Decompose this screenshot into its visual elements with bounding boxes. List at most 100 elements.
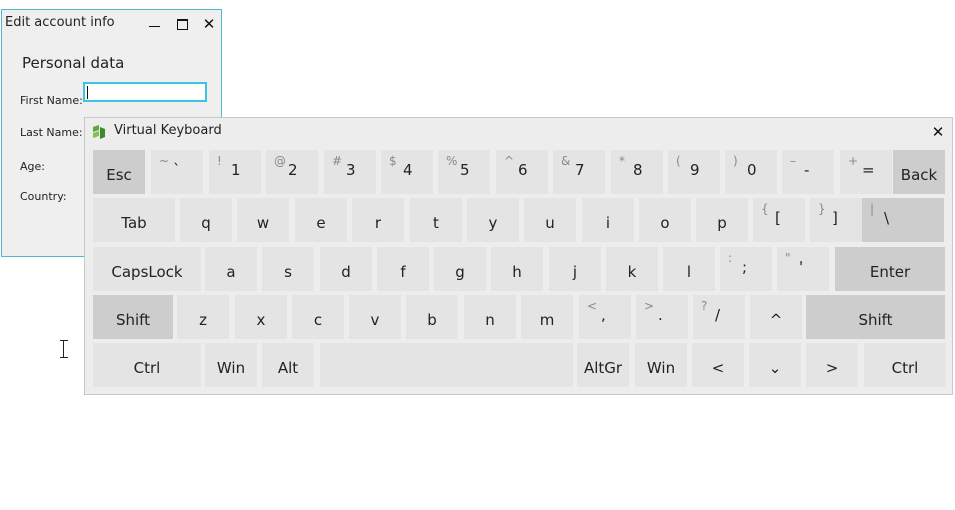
key-space[interactable]	[320, 343, 573, 387]
key-h[interactable]: h	[491, 247, 543, 291]
key-equals[interactable]: + =	[840, 150, 892, 194]
key-label: l	[686, 263, 692, 281]
key-s[interactable]: s	[262, 247, 314, 291]
key-win[interactable]: Win	[205, 343, 257, 387]
key-esc[interactable]: Esc	[93, 150, 145, 194]
key-label: <	[711, 359, 725, 377]
key-left-bracket[interactable]: {[	[753, 198, 805, 242]
first-name-input[interactable]	[83, 82, 207, 102]
key-label: j	[572, 263, 578, 281]
key-down-arrow[interactable]: ⌄	[749, 343, 801, 387]
key-back[interactable]: Back	[893, 150, 945, 194]
key-n[interactable]: n	[464, 295, 516, 339]
key-tab[interactable]: Tab	[93, 198, 175, 242]
key-e[interactable]: e	[295, 198, 347, 242]
key-shifted-label: @	[274, 154, 286, 168]
key-3[interactable]: #3	[324, 150, 376, 194]
key-backslash[interactable]: | \	[862, 198, 944, 242]
key-capslock[interactable]: CapsLock	[93, 247, 201, 291]
key-b[interactable]: b	[406, 295, 458, 339]
key-label: b	[427, 311, 437, 329]
key-shifted-label: $	[389, 154, 397, 168]
key-u[interactable]: u	[524, 198, 576, 242]
window-title: Edit account info	[5, 15, 115, 30]
key-2[interactable]: @2	[266, 150, 318, 194]
first-name-label: First Name:	[20, 94, 83, 107]
key-label: 3	[346, 161, 356, 179]
key-g[interactable]: g	[434, 247, 486, 291]
virtual-keyboard-logo-icon	[93, 125, 105, 139]
key-label: r	[374, 214, 382, 232]
key-label: i	[605, 214, 611, 232]
key-ctrl[interactable]: Ctrl	[864, 343, 946, 387]
key-o[interactable]: o	[639, 198, 691, 242]
key-enter[interactable]: Enter	[835, 247, 945, 291]
key-label: ]	[832, 209, 838, 227]
key-shifted-label: (	[676, 154, 681, 168]
keyboard-close-button[interactable]: ✕	[927, 121, 949, 143]
key-4[interactable]: $4	[381, 150, 433, 194]
key-alt[interactable]: Alt	[262, 343, 314, 387]
minimize-button[interactable]	[142, 13, 166, 35]
key-label: w	[256, 214, 270, 232]
key-right-arrow[interactable]: >	[806, 343, 858, 387]
key-r[interactable]: r	[352, 198, 404, 242]
key-comma[interactable]: <,	[579, 295, 631, 339]
key-p[interactable]: p	[696, 198, 748, 242]
key-label: AltGr	[583, 359, 623, 377]
key-6[interactable]: ^ 6	[496, 150, 548, 194]
key-shifted-label: {	[761, 202, 769, 216]
key-win[interactable]: Win	[635, 343, 687, 387]
key-label: ;	[742, 258, 748, 276]
key-shift[interactable]: Shift	[806, 295, 945, 339]
key-0[interactable]: ) 0	[725, 150, 777, 194]
keyboard-titlebar[interactable]: Virtual Keyboard ✕	[85, 118, 952, 146]
key-period[interactable]: >.	[636, 295, 688, 339]
key-shifted-label: <	[587, 299, 598, 313]
key-label: Tab	[121, 214, 147, 232]
key-q[interactable]: q	[180, 198, 232, 242]
key-shift[interactable]: Shift	[93, 295, 173, 339]
key-label: =	[862, 161, 875, 179]
close-button[interactable]: ✕	[197, 13, 221, 35]
key-y[interactable]: y	[467, 198, 519, 242]
key-l[interactable]: l	[663, 247, 715, 291]
key-semicolon[interactable]: :;	[720, 247, 772, 291]
key-ctrl[interactable]: Ctrl	[93, 343, 201, 387]
key-up-arrow[interactable]: ^	[750, 295, 802, 339]
key-x[interactable]: x	[235, 295, 287, 339]
key-j[interactable]: j	[549, 247, 601, 291]
key-left-arrow[interactable]: <	[692, 343, 744, 387]
key-7[interactable]: & 7	[553, 150, 605, 194]
key-w[interactable]: w	[237, 198, 289, 242]
key-slash[interactable]: ? /	[693, 295, 745, 339]
key-minus[interactable]: – -	[782, 150, 834, 194]
key-i[interactable]: i	[582, 198, 634, 242]
key-backtick[interactable]: ~ `	[151, 150, 203, 194]
key-9[interactable]: (9	[668, 150, 720, 194]
key-1[interactable]: ! 1	[209, 150, 261, 194]
maximize-button[interactable]	[170, 13, 194, 35]
key-v[interactable]: v	[349, 295, 401, 339]
key-label: q	[201, 214, 211, 232]
key-f[interactable]: f	[377, 247, 429, 291]
key-shifted-label: &	[561, 154, 571, 168]
key-m[interactable]: m	[521, 295, 573, 339]
key-right-bracket[interactable]: }]	[810, 198, 862, 242]
key-label: ⌄	[768, 359, 782, 377]
key-8[interactable]: * 8	[611, 150, 663, 194]
key-label: h	[512, 263, 522, 281]
key-shifted-label: |	[870, 202, 875, 216]
key-k[interactable]: k	[606, 247, 658, 291]
key-label: e	[316, 214, 326, 232]
key-shifted-label: )	[733, 154, 738, 168]
key-a[interactable]: a	[205, 247, 257, 291]
key-quote[interactable]: " '	[777, 247, 829, 291]
edit-window-titlebar[interactable]: Edit account info ✕	[2, 10, 221, 38]
key-altgr[interactable]: AltGr	[577, 343, 629, 387]
key-d[interactable]: d	[320, 247, 372, 291]
key-5[interactable]: % 5	[438, 150, 490, 194]
key-z[interactable]: z	[177, 295, 229, 339]
key-c[interactable]: c	[292, 295, 344, 339]
key-t[interactable]: t	[410, 198, 462, 242]
